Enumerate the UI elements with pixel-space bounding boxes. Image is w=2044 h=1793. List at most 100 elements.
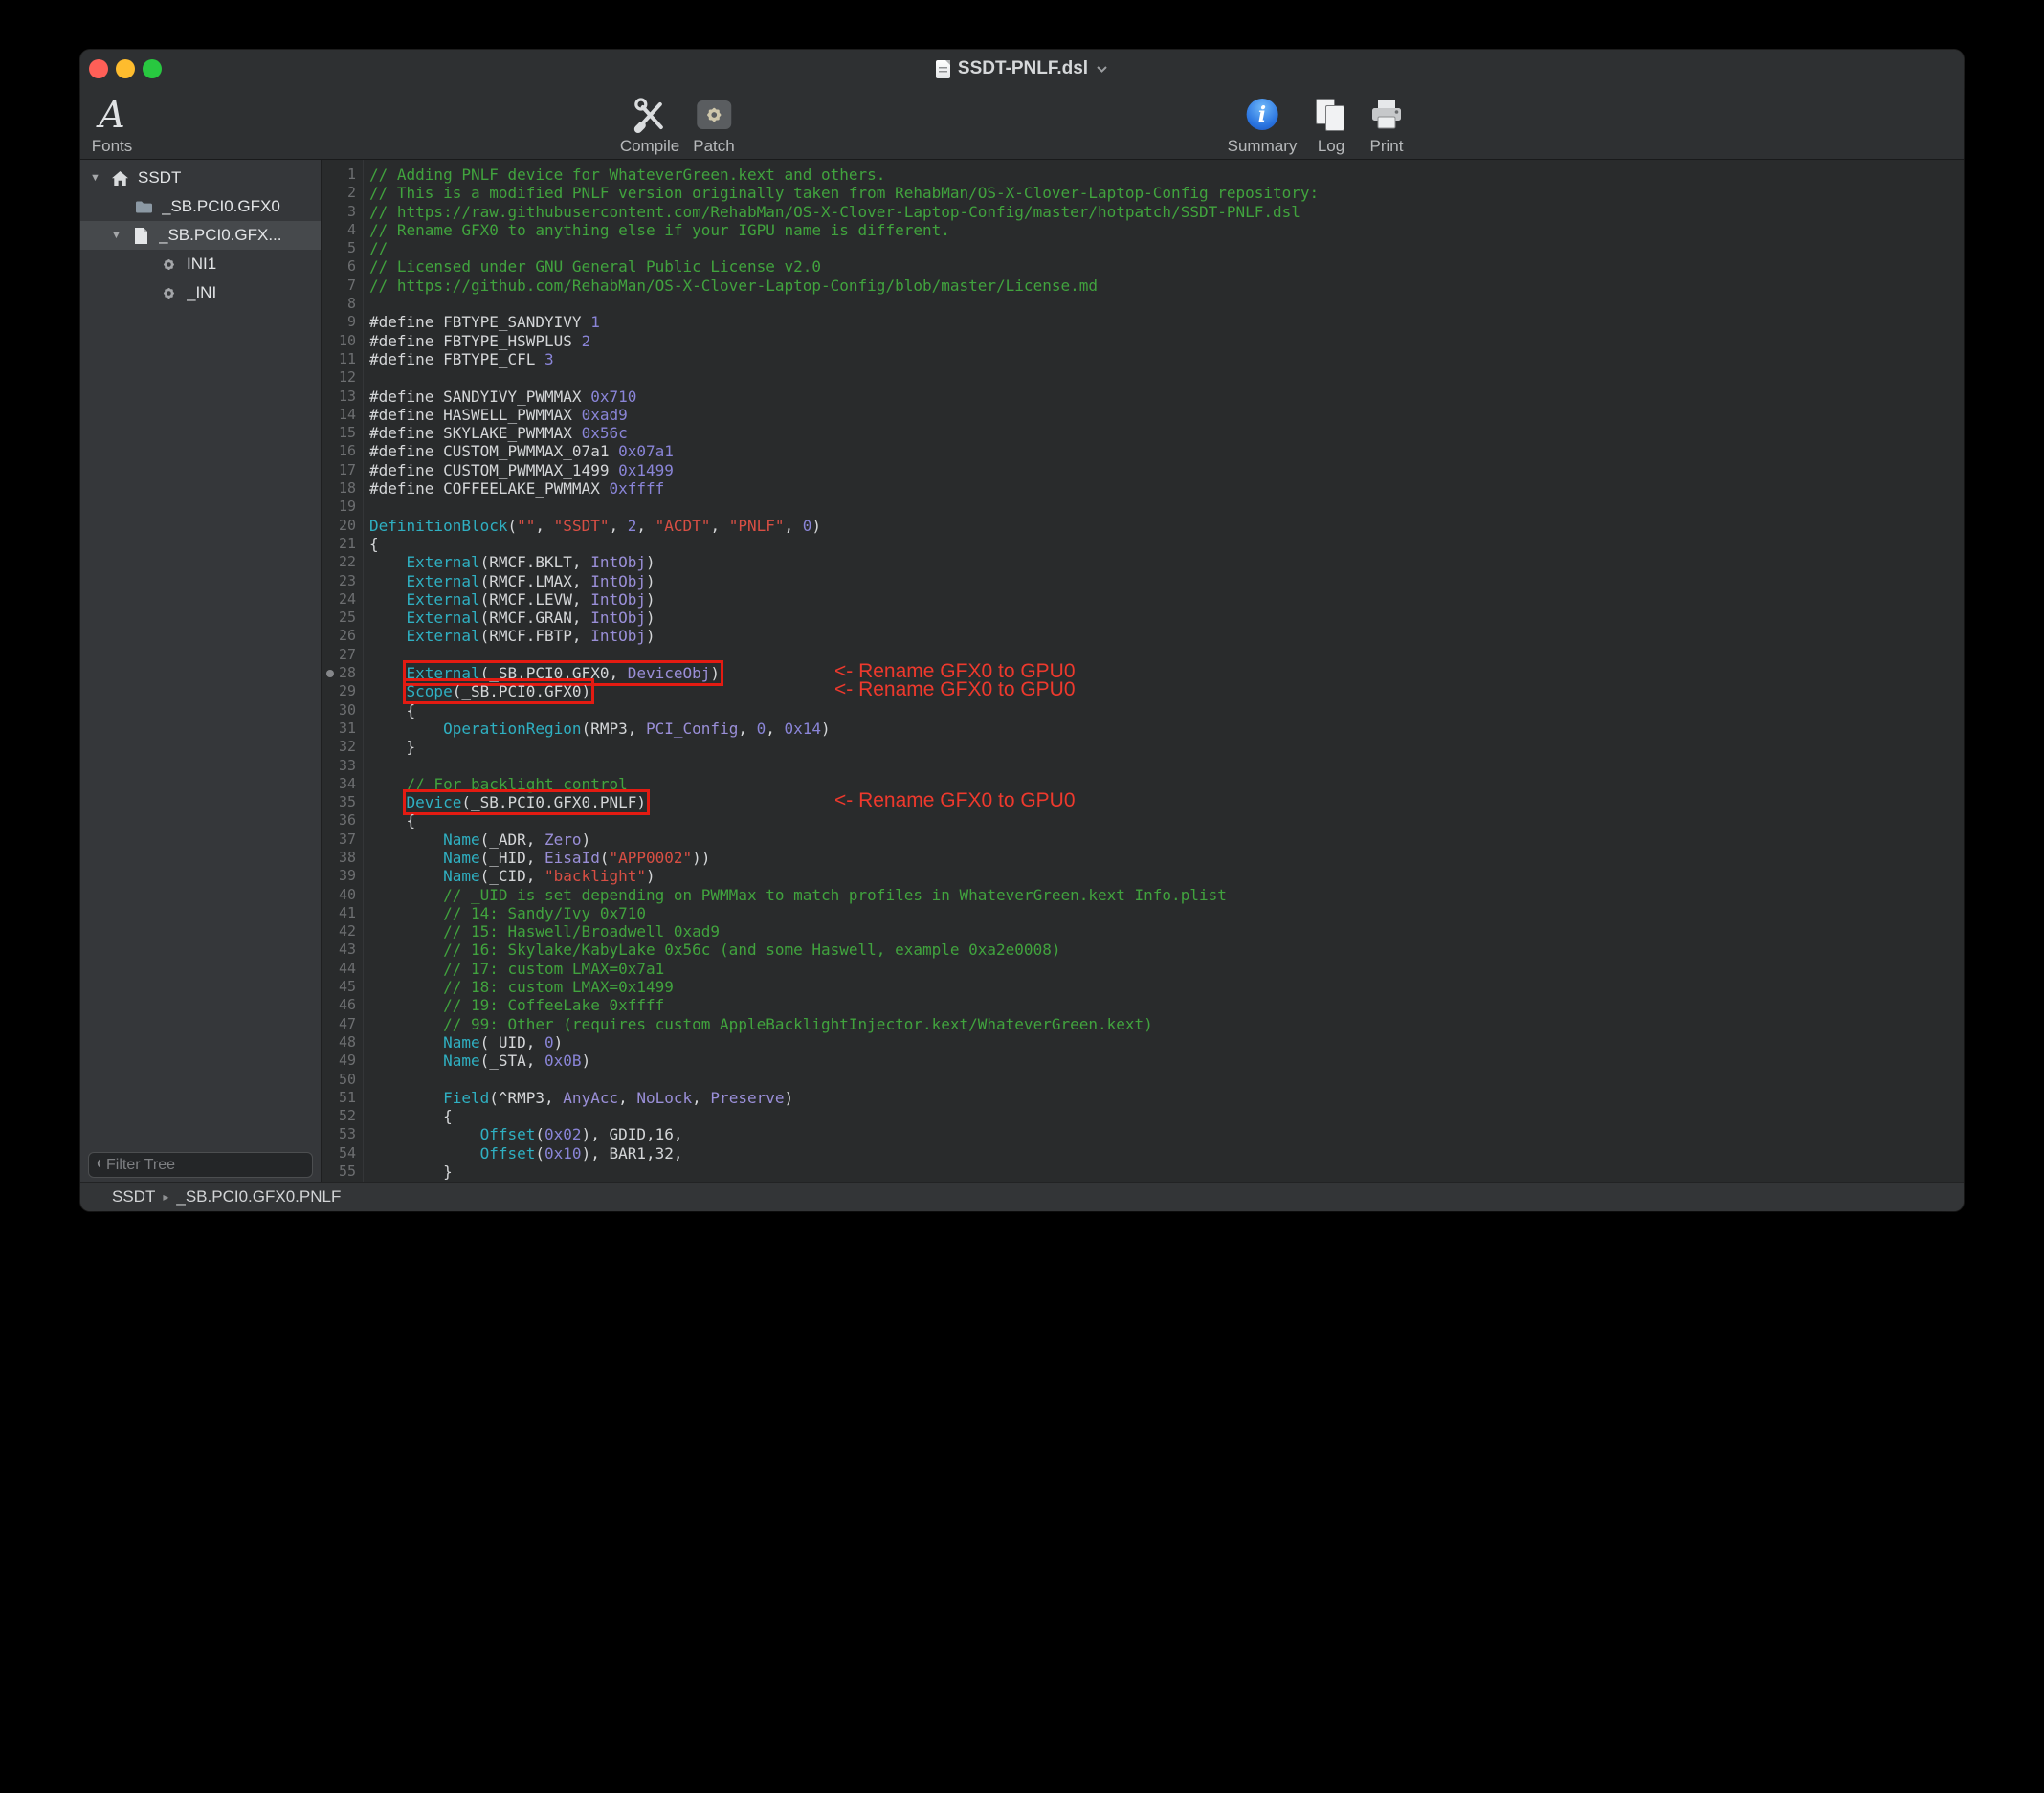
line-number: 49	[322, 1051, 356, 1070]
print-label: Print	[1370, 137, 1404, 156]
code-line: }	[369, 1162, 1964, 1181]
line-number: 15	[322, 424, 356, 442]
code-line: #define HASWELL_PWMMAX 0xad9	[369, 406, 1964, 424]
filter-input[interactable]	[106, 1157, 304, 1174]
code-line: External(_SB.PCI0.GFX0, DeviceObj)<- Ren…	[369, 664, 1964, 682]
line-number: 19	[322, 498, 356, 516]
code-line: External(RMCF.FBTP, IntObj)	[369, 627, 1964, 645]
tree-label: SSDT	[138, 168, 181, 188]
code-line: #define FBTYPE_SANDYIVY 1	[369, 313, 1964, 331]
line-number: 38	[322, 849, 356, 867]
line-number: 30	[322, 701, 356, 719]
code-line: // For backlight control	[369, 775, 1964, 793]
toolbar: A Fonts Compile	[80, 88, 1964, 160]
disclosure-triangle-icon[interactable]: ▼	[90, 172, 105, 184]
code-line: {	[369, 1107, 1964, 1125]
code-line: Name(_CID, "backlight")	[369, 867, 1964, 885]
document-proxy-icon[interactable]	[936, 60, 950, 78]
code-line: Name(_UID, 0)	[369, 1033, 1964, 1051]
summary-label: Summary	[1228, 137, 1298, 156]
code-line: Offset(0x10), BAR1,32,	[369, 1144, 1964, 1162]
line-number: 26	[322, 627, 356, 645]
search-icon	[97, 1158, 100, 1172]
sidebar-item-ini1[interactable]: INI1	[80, 250, 321, 278]
line-number: 2	[322, 184, 356, 202]
zoom-button[interactable]	[143, 59, 162, 78]
line-number: 17	[322, 461, 356, 479]
line-number: 33	[322, 757, 356, 775]
code-line: External(RMCF.GRAN, IntObj)	[369, 609, 1964, 627]
line-number: 18	[322, 479, 356, 498]
gear-badge-icon	[697, 100, 731, 129]
code-line	[369, 1181, 1964, 1182]
sidebar-item-gfx0-scope[interactable]: ▼ _SB.PCI0.GFX...	[80, 221, 321, 250]
sidebar-item-gfx0-folder[interactable]: _SB.PCI0.GFX0	[80, 192, 321, 221]
fonts-button[interactable]: A Fonts	[92, 93, 133, 156]
log-button[interactable]: Log	[1313, 93, 1349, 156]
sidebar-item-ini[interactable]: _INI	[80, 278, 321, 307]
code-line: // 14: Sandy/Ivy 0x710	[369, 904, 1964, 922]
line-number: 14	[322, 406, 356, 424]
close-button[interactable]	[89, 59, 108, 78]
line-number: 43	[322, 941, 356, 959]
line-number: 45	[322, 978, 356, 996]
window-title-group: SSDT-PNLF.dsl	[936, 58, 1108, 79]
filter-field[interactable]	[88, 1152, 313, 1178]
minimize-button[interactable]	[116, 59, 135, 78]
pages-icon	[1313, 97, 1349, 133]
compile-button[interactable]: Compile	[620, 93, 679, 156]
code-line: // Adding PNLF device for WhateverGreen.…	[369, 166, 1964, 184]
line-number: 54	[322, 1144, 356, 1162]
acpi-tree: ▼ SSDT _SB.PCI0.GFX0 ▼	[80, 160, 321, 307]
code-line: // 16: Skylake/KabyLake 0x56c (and some …	[369, 941, 1964, 959]
line-number: 25	[322, 609, 356, 627]
log-label: Log	[1318, 137, 1344, 156]
line-number: 5	[322, 239, 356, 257]
code-line	[369, 295, 1964, 313]
title-bar: SSDT-PNLF.dsl	[80, 50, 1964, 88]
code-line: Name(_ADR, Zero)	[369, 830, 1964, 849]
line-number: 23	[322, 572, 356, 590]
line-number: 51	[322, 1089, 356, 1107]
code-line: #define COFFEELAKE_PWMMAX 0xffff	[369, 479, 1964, 498]
line-number: 7	[322, 277, 356, 295]
sidebar: ▼ SSDT _SB.PCI0.GFX0 ▼	[80, 160, 322, 1182]
disclosure-triangle-icon[interactable]: ▼	[111, 230, 126, 241]
print-button[interactable]: Print	[1367, 93, 1406, 156]
line-number: 31	[322, 719, 356, 738]
code-line: // This is a modified PNLF version origi…	[369, 184, 1964, 202]
line-number: 56	[322, 1181, 356, 1182]
code-line: // 19: CoffeeLake 0xffff	[369, 996, 1964, 1014]
code-line: // Rename GFX0 to anything else if your …	[369, 221, 1964, 239]
info-icon: i	[1246, 99, 1278, 130]
chevron-down-icon[interactable]	[1096, 65, 1108, 74]
patch-button[interactable]: Patch	[693, 93, 734, 156]
crossed-tools-icon	[630, 96, 670, 134]
line-number: 41	[322, 904, 356, 922]
code-line: // 18: custom LMAX=0x1499	[369, 978, 1964, 996]
line-number: 42	[322, 922, 356, 941]
code-line: #define SKYLAKE_PWMMAX 0x56c	[369, 424, 1964, 442]
line-number: 8	[322, 295, 356, 313]
sidebar-item-ssdt[interactable]: ▼ SSDT	[80, 164, 321, 192]
line-number: 47	[322, 1015, 356, 1033]
app-window: SSDT-PNLF.dsl A Fonts Compi	[80, 50, 1964, 1211]
tree-label: _INI	[187, 283, 216, 302]
printer-icon	[1367, 99, 1406, 131]
breadcrumb-path[interactable]: _SB.PCI0.GFX0.PNLF	[176, 1187, 341, 1206]
line-number: 16	[322, 442, 356, 460]
code-editor[interactable]: 1234567891011121314151617181920212223242…	[322, 160, 1964, 1182]
code-line	[369, 1071, 1964, 1089]
summary-button[interactable]: i Summary	[1228, 93, 1298, 156]
code-line: //	[369, 239, 1964, 257]
method-icon	[159, 256, 178, 273]
code-line: OperationRegion(RMP3, PCI_Config, 0, 0x1…	[369, 719, 1964, 738]
breadcrumb-root[interactable]: SSDT	[112, 1187, 155, 1206]
code-line: Field(^RMP3, AnyAcc, NoLock, Preserve)	[369, 1089, 1964, 1107]
code-line: #define CUSTOM_PWMMAX_07a1 0x07a1	[369, 442, 1964, 460]
line-number: 24	[322, 590, 356, 609]
code-line	[369, 368, 1964, 387]
code-line: // https://github.com/RehabMan/OS-X-Clov…	[369, 277, 1964, 295]
line-number: 22	[322, 553, 356, 571]
code-line	[369, 757, 1964, 775]
